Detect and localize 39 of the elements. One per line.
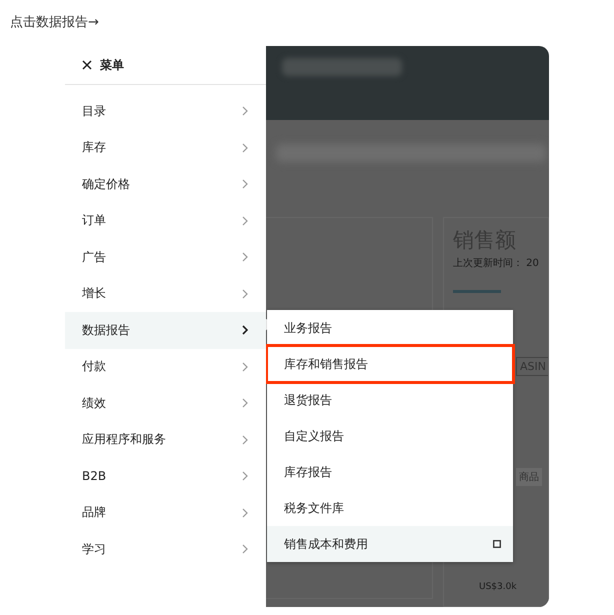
- submenu-item[interactable]: 业务报告: [267, 310, 513, 346]
- menu-item[interactable]: 目录: [65, 93, 266, 130]
- chevron-icon: [242, 288, 248, 299]
- menu-item[interactable]: 库存: [65, 130, 266, 166]
- menu-item[interactable]: 学习: [65, 531, 266, 568]
- chevron-icon: [242, 508, 248, 518]
- menu-item[interactable]: 付款: [65, 348, 266, 385]
- chevron-icon: [242, 179, 248, 190]
- update-time-text: 上次更新时间： 20: [453, 256, 540, 270]
- menu-item[interactable]: 确定价格: [65, 166, 266, 202]
- menu-item[interactable]: B2B: [65, 458, 266, 494]
- menu-item[interactable]: 增长: [65, 276, 266, 312]
- chevron-icon: [242, 362, 248, 372]
- submenu-item[interactable]: 库存和销售报告: [267, 346, 513, 382]
- caption-text: 点击数据报告→: [9, 14, 100, 32]
- submenu-item[interactable]: 库存报告: [267, 454, 513, 490]
- menu-item[interactable]: 数据报告: [65, 312, 266, 348]
- chevron-icon: [242, 325, 248, 336]
- menu-item[interactable]: 品牌: [65, 494, 266, 531]
- menu-item[interactable]: 广告: [65, 239, 266, 276]
- square-icon[interactable]: [493, 540, 501, 548]
- submenu-item[interactable]: 销售成本和费用: [267, 526, 513, 562]
- chevron-icon: [242, 471, 248, 482]
- menu-title: 菜单: [100, 56, 124, 74]
- menu-item[interactable]: 应用程序和服务: [65, 422, 266, 458]
- chevron-icon: [242, 398, 248, 408]
- submenu-item[interactable]: 退货报告: [267, 382, 513, 418]
- submenu-item[interactable]: 税务文件库: [267, 490, 513, 526]
- chevron-icon: [242, 216, 248, 226]
- menu-item[interactable]: 订单: [65, 202, 266, 239]
- menu-item[interactable]: 绩效: [65, 385, 266, 422]
- chevron-icon: [242, 142, 248, 153]
- chevron-icon: [242, 434, 248, 445]
- close-icon[interactable]: [82, 60, 92, 70]
- submenu-item[interactable]: 自定义报告: [267, 418, 513, 454]
- chevron-icon: [242, 252, 248, 262]
- axis-label: US$3.0k: [479, 582, 518, 592]
- chevron-icon: [242, 106, 248, 116]
- chevron-icon: [242, 544, 248, 554]
